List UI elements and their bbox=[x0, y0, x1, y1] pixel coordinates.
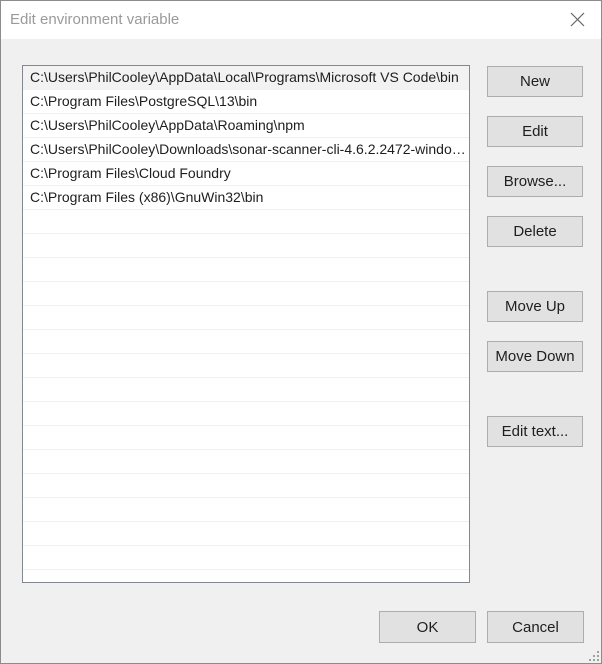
path-list-empty-row[interactable] bbox=[23, 282, 469, 306]
path-list-empty-row[interactable] bbox=[23, 402, 469, 426]
path-list-empty-row[interactable] bbox=[23, 330, 469, 354]
path-list-item[interactable]: C:\Program Files\Cloud Foundry bbox=[23, 162, 469, 186]
path-list-empty-row[interactable] bbox=[23, 210, 469, 234]
path-list-item-label: C:\Users\PhilCooley\AppData\Local\Progra… bbox=[30, 69, 459, 85]
path-list-item-label: C:\Users\PhilCooley\Downloads\sonar-scan… bbox=[30, 141, 466, 157]
path-list-empty-row[interactable] bbox=[23, 426, 469, 450]
edit-text-button[interactable]: Edit text... bbox=[487, 416, 583, 447]
edit-environment-variable-dialog: Edit environment variable C:\Users\PhilC… bbox=[0, 0, 602, 664]
browse-button[interactable]: Browse... bbox=[487, 166, 583, 197]
path-list-empty-row[interactable] bbox=[23, 546, 469, 570]
new-button[interactable]: New bbox=[487, 66, 583, 97]
path-list-item[interactable]: C:\Users\PhilCooley\AppData\Local\Progra… bbox=[23, 66, 469, 90]
path-list-item-label: C:\Program Files (x86)\GnuWin32\bin bbox=[30, 189, 264, 205]
ok-button[interactable]: OK bbox=[379, 611, 476, 643]
path-list-empty-row[interactable] bbox=[23, 450, 469, 474]
path-list-item-label: C:\Program Files\Cloud Foundry bbox=[30, 165, 231, 181]
path-list[interactable]: C:\Users\PhilCooley\AppData\Local\Progra… bbox=[22, 65, 470, 583]
edit-button[interactable]: Edit bbox=[487, 116, 583, 147]
path-list-item[interactable]: C:\Program Files (x86)\GnuWin32\bin bbox=[23, 186, 469, 210]
path-list-empty-row[interactable] bbox=[23, 378, 469, 402]
path-list-item[interactable]: C:\Program Files\PostgreSQL\13\bin bbox=[23, 90, 469, 114]
path-list-item[interactable]: C:\Users\PhilCooley\Downloads\sonar-scan… bbox=[23, 138, 469, 162]
path-list-item[interactable]: C:\Users\PhilCooley\AppData\Roaming\npm bbox=[23, 114, 469, 138]
path-list-empty-row[interactable] bbox=[23, 522, 469, 546]
delete-button[interactable]: Delete bbox=[487, 216, 583, 247]
path-list-empty-row[interactable] bbox=[23, 306, 469, 330]
path-list-empty-row[interactable] bbox=[23, 474, 469, 498]
move-down-button[interactable]: Move Down bbox=[487, 341, 583, 372]
close-button[interactable] bbox=[555, 1, 601, 39]
path-list-empty-row[interactable] bbox=[23, 498, 469, 522]
path-list-empty-row[interactable] bbox=[23, 354, 469, 378]
close-icon bbox=[570, 12, 585, 27]
path-list-empty-row[interactable] bbox=[23, 234, 469, 258]
path-list-item-label: C:\Program Files\PostgreSQL\13\bin bbox=[30, 93, 258, 109]
path-list-empty-row[interactable] bbox=[23, 258, 469, 282]
dialog-title: Edit environment variable bbox=[10, 11, 180, 28]
move-up-button[interactable]: Move Up bbox=[487, 291, 583, 322]
path-list-item-label: C:\Users\PhilCooley\AppData\Roaming\npm bbox=[30, 117, 305, 133]
resize-grip-icon[interactable] bbox=[588, 650, 600, 662]
cancel-button[interactable]: Cancel bbox=[487, 611, 584, 643]
title-bar: Edit environment variable bbox=[1, 1, 601, 39]
